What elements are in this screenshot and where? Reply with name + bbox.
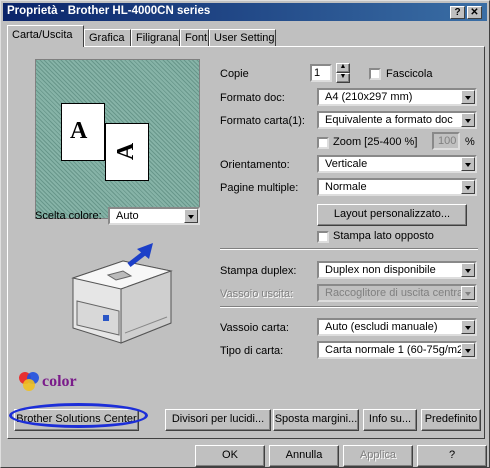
paper-type-value: Carta normale 1 (60-75g/m2) — [325, 344, 467, 356]
page-letter-rotated: A — [113, 142, 140, 161]
close-button[interactable]: ✕ — [467, 6, 482, 19]
copies-value: 1 — [314, 67, 321, 79]
color-select-value: Auto — [116, 210, 139, 222]
zoom-label: Zoom [25-400 %] — [333, 136, 418, 148]
output-size-select[interactable]: Equivalente a formato doc — [317, 111, 477, 129]
output-size-value: Equivalente a formato doc — [325, 114, 453, 126]
paper-size-select[interactable]: A4 (210x297 mm) — [317, 88, 477, 106]
apply-button[interactable]: Applica — [343, 445, 413, 467]
orientation-select[interactable]: Verticale — [317, 155, 477, 173]
color-select[interactable]: Auto — [108, 207, 200, 225]
page-preview-back: A — [61, 103, 105, 161]
tab-carta-uscita[interactable]: Carta/Uscita — [7, 25, 84, 47]
multiple-pages-select[interactable]: Normale — [317, 178, 477, 196]
orientation-value: Verticale — [325, 158, 368, 170]
copies-input[interactable]: 1 — [310, 64, 332, 82]
chevron-down-icon[interactable] — [184, 209, 198, 223]
chevron-down-icon[interactable] — [461, 90, 475, 104]
cancel-button[interactable]: Annulla — [269, 445, 339, 467]
zoom-input[interactable]: 100 — [432, 132, 460, 150]
chevron-down-icon[interactable] — [461, 180, 475, 194]
tab-grafica[interactable]: Grafica — [84, 29, 131, 46]
printer-icon — [71, 243, 173, 344]
multiple-pages-value: Normale — [325, 181, 367, 193]
paper-type-select[interactable]: Carta normale 1 (60-75g/m2) — [317, 341, 477, 359]
zoom-unit: % — [465, 136, 475, 148]
tab-font[interactable]: Font — [180, 29, 209, 46]
help-button[interactable]: ? — [417, 445, 487, 467]
color-logo-icon — [19, 372, 39, 391]
zoom-checkbox[interactable] — [317, 137, 329, 149]
duplex-label: Stampa duplex: — [220, 265, 297, 277]
paper-size-value: A4 (210x297 mm) — [325, 91, 413, 103]
custom-layout-button[interactable]: Layout personalizzato... — [317, 204, 467, 226]
highlight-oval — [9, 403, 148, 428]
tab-filigrana[interactable]: Filigrana — [131, 29, 180, 46]
shift-margins-button[interactable]: Sposta margini... — [273, 409, 359, 431]
copies-stepper[interactable]: ▲ ▼ — [336, 63, 350, 83]
paper-tray-value: Auto (escludi manuale) — [325, 321, 438, 333]
chevron-down-icon[interactable] — [461, 263, 475, 277]
color-select-label: Scelta colore: — [35, 210, 102, 222]
default-button[interactable]: Predefinito — [421, 409, 481, 431]
chevron-up-icon[interactable]: ▲ — [336, 63, 350, 73]
chevron-down-icon[interactable] — [461, 113, 475, 127]
divider — [220, 248, 478, 250]
page-letter-front: A — [70, 118, 88, 144]
tab-user-setting[interactable]: User Setting — [209, 29, 276, 46]
collate-checkbox[interactable] — [369, 68, 381, 80]
duplex-select[interactable]: Duplex non disponibile — [317, 261, 477, 279]
reverse-print-label: Stampa lato opposto — [333, 230, 434, 242]
paper-tray-select[interactable]: Auto (escludi manuale) — [317, 318, 477, 336]
about-button[interactable]: Info su... — [363, 409, 417, 431]
chevron-down-icon[interactable] — [461, 320, 475, 334]
zoom-value: 100 — [438, 135, 457, 147]
output-tray-label: Vassoio uscita: — [220, 288, 294, 300]
output-tray-select[interactable]: Raccoglitore di uscita centrale — [317, 284, 477, 302]
paper-tray-label: Vassoio carta: — [220, 322, 289, 334]
title-bar: Proprietà - Brother HL-4000CN series ? ✕ — [3, 3, 487, 21]
copies-label: Copie — [220, 68, 249, 80]
chevron-down-icon[interactable] — [461, 157, 475, 171]
printer-properties-dialog: Proprietà - Brother HL-4000CN series ? ✕… — [0, 0, 490, 468]
orientation-label: Orientamento: — [220, 159, 290, 171]
collate-label: Fascicola — [386, 68, 433, 80]
divider — [220, 306, 478, 308]
multiple-pages-label: Pagine multiple: — [220, 182, 299, 194]
output-size-label: Formato carta(1): — [220, 115, 305, 127]
chevron-down-icon[interactable]: ▼ — [336, 73, 350, 83]
paper-type-label: Tipo di carta: — [220, 345, 284, 357]
help-title-button[interactable]: ? — [450, 6, 465, 19]
paper-size-label: Formato doc: — [220, 92, 285, 104]
window-title: Proprietà - Brother HL-4000CN series — [7, 5, 211, 17]
ok-button[interactable]: OK — [195, 445, 265, 467]
page-preview: A A — [35, 59, 200, 219]
page-preview-front: A — [105, 123, 149, 181]
color-logo-text: color — [42, 373, 77, 390]
transparency-dividers-button[interactable]: Divisori per lucidi... — [165, 409, 271, 431]
output-tray-value: Raccoglitore di uscita centrale — [325, 287, 472, 299]
duplex-value: Duplex non disponibile — [325, 264, 436, 276]
chevron-down-icon[interactable] — [461, 343, 475, 357]
chevron-down-icon[interactable] — [461, 286, 475, 300]
reverse-print-checkbox[interactable] — [317, 231, 329, 243]
carta-uscita-panel: A A Scelta colore: Auto Copie 1 ▲ ▼ Fasc… — [7, 46, 485, 439]
